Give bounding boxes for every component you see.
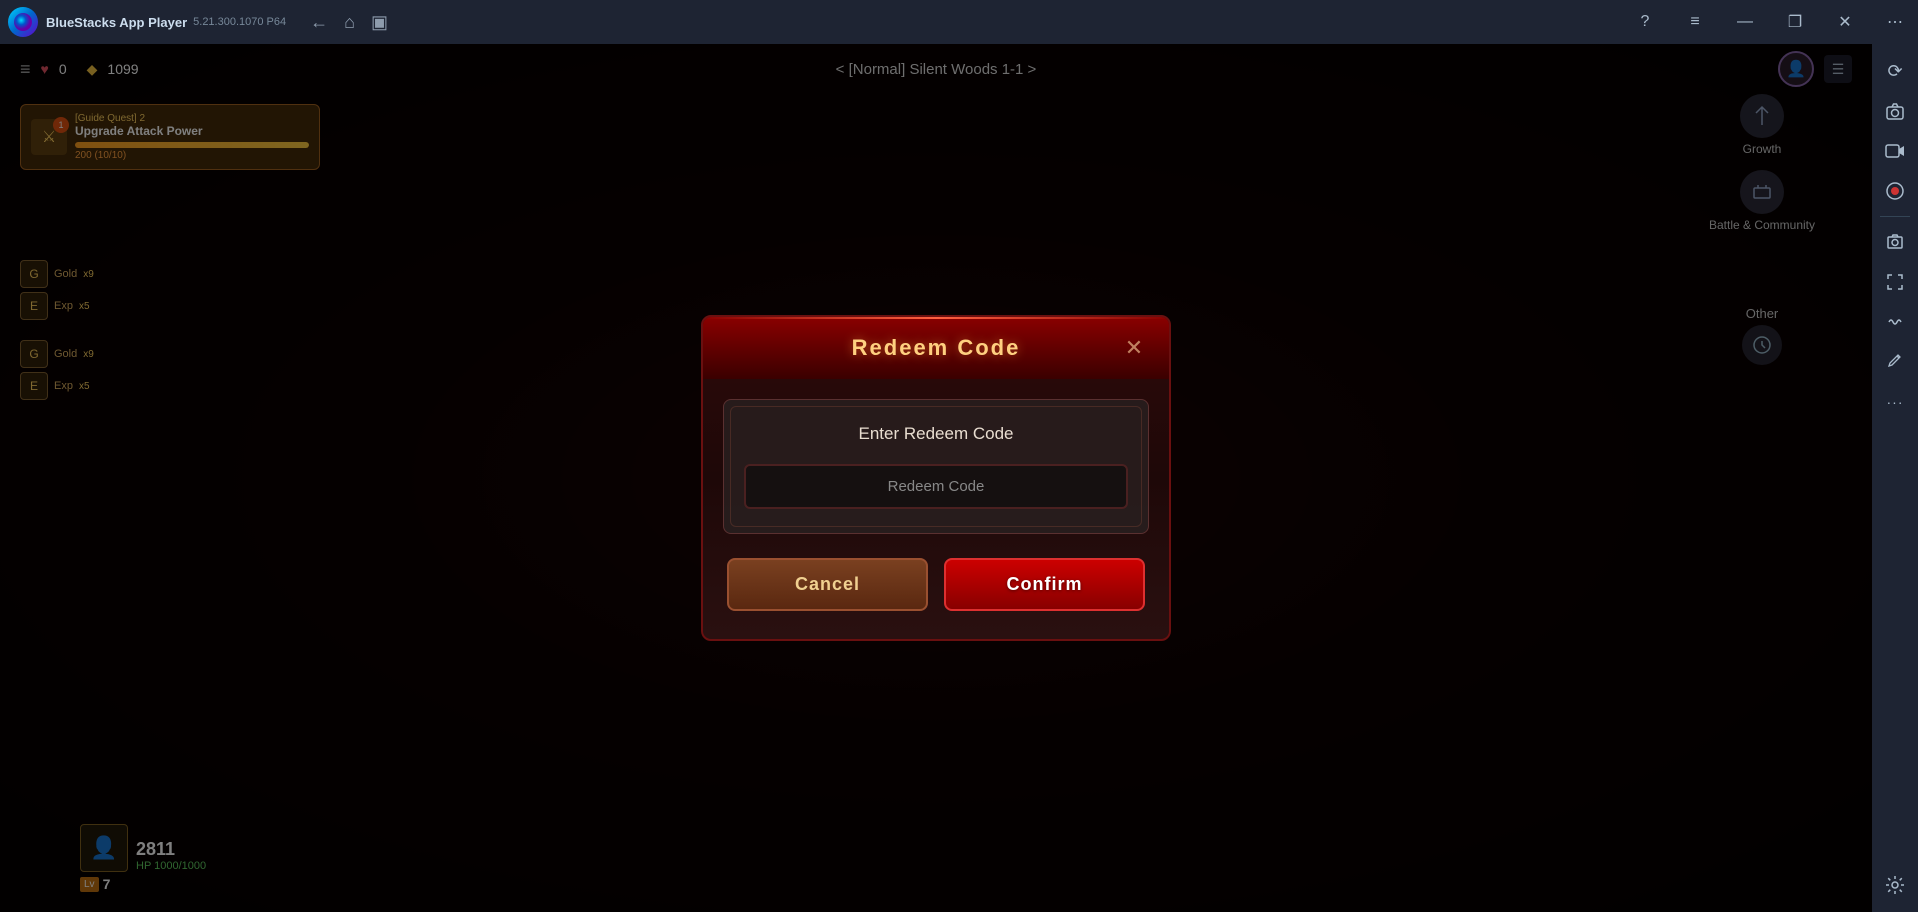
bluestacks-logo: [8, 7, 38, 37]
redeem-input-label: Enter Redeem Code: [744, 424, 1128, 444]
app-version: 5.21.300.1070 P64: [193, 16, 286, 28]
menu-button[interactable]: ≡: [1672, 0, 1718, 44]
window-controls: ? ≡ — ❐ ✕ ⋯: [1622, 0, 1918, 44]
home-button[interactable]: ⌂: [344, 12, 355, 33]
cancel-button[interactable]: Cancel: [727, 558, 928, 611]
redeem-input-area: Enter Redeem Code: [723, 399, 1149, 534]
redeem-title: Redeem Code: [753, 335, 1119, 361]
shake-icon[interactable]: [1876, 303, 1914, 341]
restore-button[interactable]: ❐: [1772, 0, 1818, 44]
app-name: BlueStacks App Player: [46, 15, 187, 30]
more-dots-icon[interactable]: ···: [1876, 383, 1914, 421]
back-button[interactable]: ←: [310, 12, 328, 33]
redeem-code-input[interactable]: [744, 464, 1128, 509]
redeem-buttons: Cancel Confirm: [723, 554, 1149, 619]
video-icon[interactable]: [1876, 132, 1914, 170]
multi-button[interactable]: ▣: [371, 12, 388, 33]
redeem-close-button[interactable]: ✕: [1119, 333, 1149, 363]
minimize-button[interactable]: —: [1722, 0, 1768, 44]
redeem-body: Enter Redeem Code Cancel Confirm: [703, 379, 1169, 639]
edit-icon[interactable]: [1876, 343, 1914, 381]
more-button[interactable]: ⋯: [1872, 0, 1918, 44]
titlebar-nav: ← ⌂ ▣: [310, 12, 388, 33]
rotate-icon[interactable]: ⟳: [1876, 52, 1914, 90]
screenshot-icon[interactable]: [1876, 223, 1914, 261]
camera-icon[interactable]: [1876, 92, 1914, 130]
help-button[interactable]: ?: [1622, 0, 1668, 44]
redeem-dialog: Redeem Code ✕ Enter Redeem Code Cancel C…: [701, 315, 1171, 641]
game-background: ≡ ♥ 0 ◆ 1099 < [Normal] Silent Woods 1-1…: [0, 44, 1872, 912]
titlebar: BlueStacks App Player 5.21.300.1070 P64 …: [0, 0, 1918, 44]
right-sidebar: ⟳: [1872, 44, 1918, 912]
resize-icon[interactable]: [1876, 263, 1914, 301]
settings-icon[interactable]: [1876, 866, 1914, 904]
record-icon[interactable]: [1876, 172, 1914, 210]
close-button[interactable]: ✕: [1822, 0, 1868, 44]
confirm-button[interactable]: Confirm: [944, 558, 1145, 611]
redeem-header: Redeem Code ✕: [703, 317, 1169, 379]
sidebar-divider-1: [1880, 216, 1910, 217]
